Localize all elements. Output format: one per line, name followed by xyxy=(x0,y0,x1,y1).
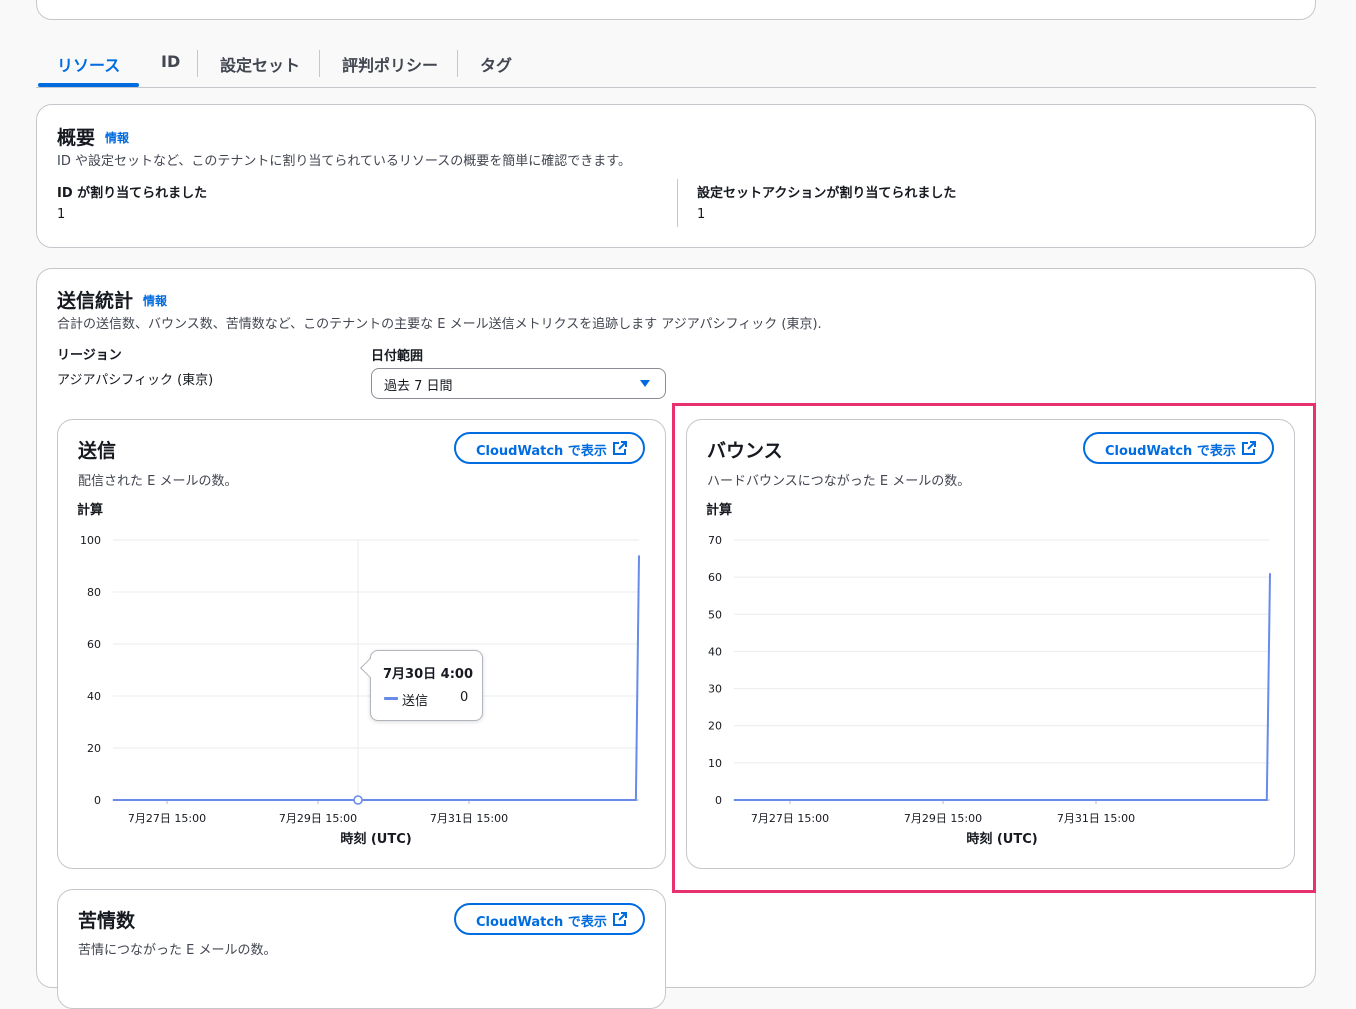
complaint-cloudwatch-button[interactable]: CloudWatch で表示 xyxy=(454,903,645,935)
x-tick-label: 7月27日 15:00 xyxy=(128,812,206,825)
x-tick-label: 7月29日 15:00 xyxy=(904,812,982,825)
data-point xyxy=(733,799,735,801)
y-tick-label: 100 xyxy=(80,534,101,547)
cloudwatch-button-label: CloudWatch で表示 xyxy=(476,915,607,930)
x-axis-label: 時刻 (UTC) xyxy=(966,831,1037,847)
bounce-line-chart: 計算 0 10 20 30 40 50 60 70 7月27日 15:00 7月29日 15:00 7… xyxy=(706,502,1271,847)
series-line xyxy=(734,573,1271,801)
y-tick-label: 10 xyxy=(708,757,722,770)
complaint-chart-description: 苦情につながった E メールの数。 xyxy=(78,943,277,958)
data-point xyxy=(1266,799,1268,801)
tab-resources[interactable]: リソース xyxy=(57,52,120,76)
y-axis-label: 計算 xyxy=(706,502,732,518)
tab-separator xyxy=(457,50,458,77)
overview-info-link[interactable]: 情報 xyxy=(105,129,129,146)
data-point xyxy=(1269,572,1271,574)
tab-configuration-sets[interactable]: 設定セット xyxy=(220,52,300,76)
tooltip-series-value: 0 xyxy=(460,690,469,705)
tab-id[interactable]: ID xyxy=(161,52,180,71)
y-axis-label: 計算 xyxy=(77,502,103,518)
y-tick-label: 60 xyxy=(87,638,101,651)
active-tab-indicator xyxy=(38,83,139,87)
region-label: リージョン xyxy=(57,348,122,363)
chart-tooltip: 7月30日 4:00 送信 0 xyxy=(360,650,483,721)
y-tick-label: 40 xyxy=(87,690,101,703)
sending-stats-description: 合計の送信数、バウンス数、苦情数など、このテナントの主要な E メール送信メトリ… xyxy=(57,317,822,332)
sending-stats-title: 送信統計 xyxy=(57,290,134,312)
sending-stats-info-link[interactable]: 情報 xyxy=(143,292,167,309)
y-tick-label: 20 xyxy=(708,720,722,733)
overview-description: ID や設定セットなど、このテナントに割り当てられているリソースの概要を簡単に確… xyxy=(57,154,631,169)
tab-separator xyxy=(319,50,320,77)
date-range-select[interactable]: 過去 7 日間 xyxy=(371,368,666,399)
overview-card: 概要 情報 ID や設定セットなど、このテナントに割り当てられているリソースの概… xyxy=(36,104,1316,248)
tab-reputation-policy[interactable]: 評判ポリシー xyxy=(342,52,438,76)
y-tick-label: 60 xyxy=(708,571,722,584)
caret-down-icon xyxy=(640,380,650,387)
top-card xyxy=(36,0,1316,20)
series-legend-swatch xyxy=(384,697,398,700)
overview-title: 概要 xyxy=(57,127,96,149)
y-tick-label: 0 xyxy=(94,794,101,807)
config-sets-assigned-label: 設定セットアクションが割り当てられました xyxy=(697,186,957,201)
external-link-icon xyxy=(613,912,627,926)
identities-assigned-value: 1 xyxy=(57,207,66,222)
y-tick-label: 20 xyxy=(87,742,101,755)
hover-point xyxy=(353,795,363,805)
region-value: アジアパシフィック (東京) xyxy=(57,373,214,388)
x-tick-label: 7月29日 15:00 xyxy=(279,812,357,825)
y-tick-label: 40 xyxy=(708,645,722,658)
stat-divider xyxy=(677,179,678,227)
tab-separator xyxy=(197,50,198,77)
date-range-label: 日付範囲 xyxy=(371,349,424,364)
complaint-chart-title: 苦情数 xyxy=(78,910,136,932)
tab-tags[interactable]: タグ xyxy=(480,52,512,76)
identities-assigned-label: ID が割り当てられました xyxy=(57,186,208,201)
date-range-value: 過去 7 日間 xyxy=(384,379,453,394)
data-point xyxy=(112,799,114,801)
x-tick-label: 7月31日 15:00 xyxy=(430,812,508,825)
tab-bar: リソース ID 設定セット 評判ポリシー タグ xyxy=(36,40,1316,88)
tooltip-date: 7月30日 4:00 xyxy=(383,667,473,682)
send-line-chart: 計算 0 20 40 60 80 100 7月27日 15:00 7月29日 15:00 7月31… xyxy=(77,502,640,847)
x-axis-label: 時刻 (UTC) xyxy=(340,831,411,847)
tooltip-series-name: 送信 xyxy=(402,694,429,709)
y-tick-label: 50 xyxy=(708,608,722,621)
config-sets-assigned-value: 1 xyxy=(697,207,706,222)
x-tick-label: 7月27日 15:00 xyxy=(751,812,829,825)
y-tick-label: 0 xyxy=(715,794,722,807)
complaint-chart-card: 苦情数 苦情につながった E メールの数。 CloudWatch で表示 xyxy=(57,889,666,1009)
data-point xyxy=(638,555,640,557)
y-tick-label: 80 xyxy=(87,586,101,599)
data-point xyxy=(635,799,637,801)
x-tick-label: 7月31日 15:00 xyxy=(1057,812,1135,825)
y-tick-label: 30 xyxy=(708,683,722,696)
y-tick-label: 70 xyxy=(708,534,722,547)
